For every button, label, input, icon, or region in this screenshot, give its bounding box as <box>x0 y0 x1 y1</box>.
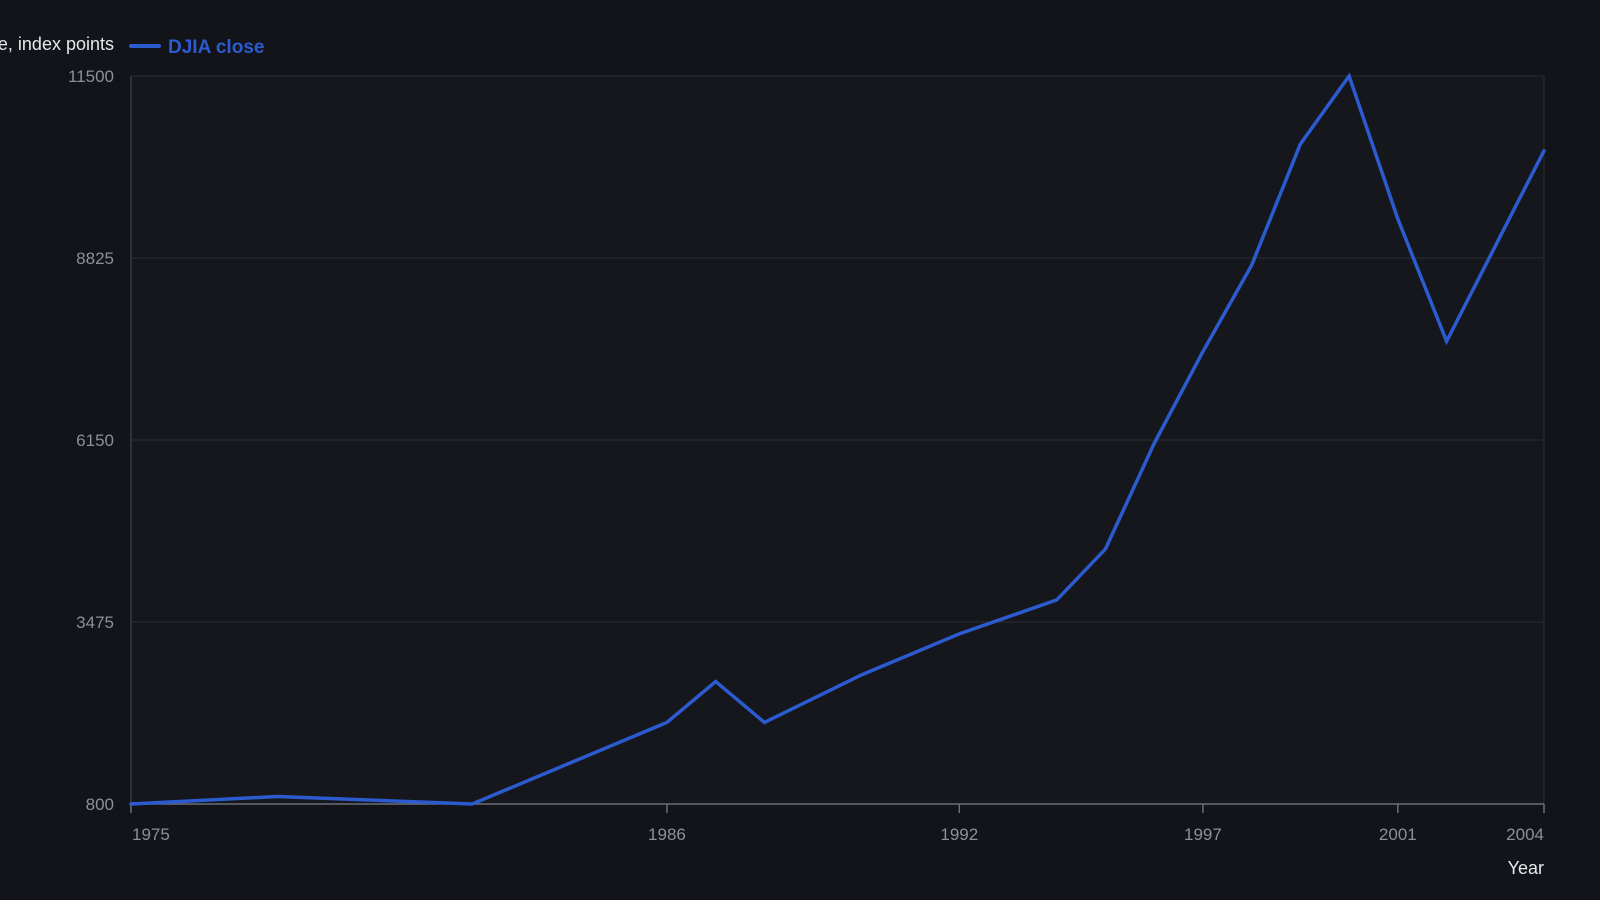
x-tick-label: 1986 <box>648 825 686 844</box>
y-tick-label: 11500 <box>68 67 114 86</box>
legend: DJIA close <box>129 37 264 58</box>
legend-label: DJIA close <box>168 37 264 58</box>
y-axis-ticks: 800 3475 6150 8825 11500 <box>68 67 114 814</box>
x-axis-ticks: 1975 1986 1992 1997 2001 2004 <box>130 804 1545 844</box>
x-tick-label: 1975 <box>132 825 170 844</box>
y-tick-label: 6150 <box>76 431 114 450</box>
y-tick-label: 3475 <box>76 613 114 632</box>
y-tick-label: 800 <box>86 795 114 814</box>
y-tick-label: 8825 <box>76 249 114 268</box>
x-axis-label: Year <box>1508 858 1544 878</box>
x-tick-label: 2001 <box>1379 825 1417 844</box>
line-chart: 800 3475 6150 8825 11500 1975 1986 1992 1997 200… <box>0 34 1546 878</box>
x-tick-label: 1992 <box>940 825 978 844</box>
x-tick-label: 1997 <box>1184 825 1222 844</box>
y-axis-label: Value, index points <box>0 34 114 54</box>
x-tick-label: 2004 <box>1506 825 1544 844</box>
